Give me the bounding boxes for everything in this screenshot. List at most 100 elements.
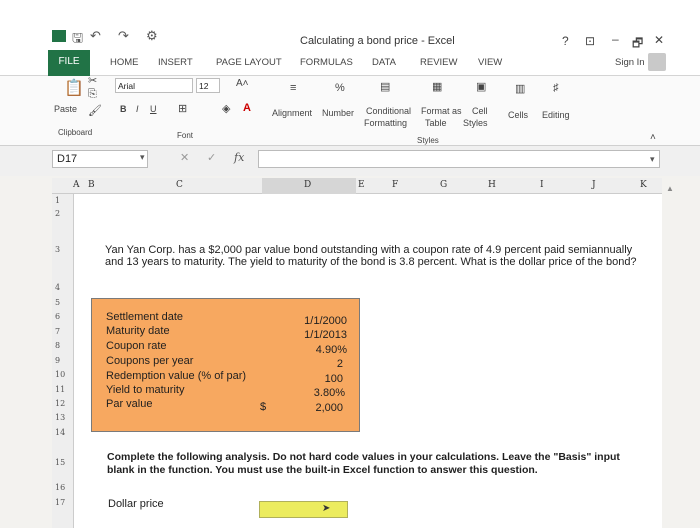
sign-in-link[interactable]: Sign In bbox=[615, 57, 645, 68]
tab-file[interactable]: FILE bbox=[48, 50, 90, 76]
ribbon-display-icon[interactable]: ⊡ bbox=[585, 34, 595, 48]
row-header-3[interactable]: 3 bbox=[55, 245, 60, 254]
cells-button[interactable]: Cells bbox=[508, 110, 528, 120]
col-header-c[interactable]: C bbox=[176, 180, 183, 190]
conditional-formatting-icon[interactable]: ▤ bbox=[380, 80, 390, 93]
clipboard-group-label: Clipboard bbox=[58, 128, 93, 137]
font-size-select[interactable]: 12 bbox=[196, 78, 220, 93]
copy-icon[interactable]: ⎘ bbox=[88, 88, 97, 101]
col-header-e[interactable]: E bbox=[358, 180, 365, 190]
name-box-dropdown-icon[interactable]: ▾ bbox=[140, 152, 145, 163]
row-header-9[interactable]: 9 bbox=[55, 356, 60, 365]
row-header-12[interactable]: 12 bbox=[55, 399, 65, 408]
alignment-icon[interactable]: ≡ bbox=[290, 82, 296, 94]
input-value[interactable]: 100 bbox=[283, 373, 343, 385]
formatting-label: Formatting bbox=[364, 118, 408, 128]
col-header-f[interactable]: F bbox=[392, 180, 398, 190]
increase-font-icon[interactable]: A˄ bbox=[236, 78, 249, 89]
scroll-up-icon[interactable]: ▲ bbox=[666, 184, 674, 193]
formula-input[interactable] bbox=[258, 150, 660, 168]
fill-color-icon[interactable]: ◈ bbox=[222, 102, 230, 115]
input-value[interactable]: 1/1/2013 bbox=[287, 329, 347, 341]
editing-button[interactable]: Editing bbox=[542, 110, 570, 120]
help-button[interactable]: ? bbox=[562, 34, 569, 48]
col-header-b[interactable]: B bbox=[88, 180, 95, 190]
undo-icon[interactable]: ↶ bbox=[90, 28, 101, 44]
row-header-17[interactable]: 17 bbox=[55, 498, 65, 507]
paste-icon[interactable]: 📋 bbox=[64, 78, 84, 98]
paste-label[interactable]: Paste bbox=[54, 104, 77, 114]
row-header-7[interactable]: 7 bbox=[55, 327, 60, 336]
editing-icon[interactable]: ♯ bbox=[553, 82, 559, 94]
save-icon[interactable]: 🖫 bbox=[72, 29, 83, 51]
row-header-14[interactable]: 14 bbox=[55, 428, 65, 437]
cell-styles-button[interactable]: Cell bbox=[472, 106, 488, 116]
col-header-g[interactable]: G bbox=[440, 180, 447, 190]
expand-formula-icon[interactable]: ▾ bbox=[650, 154, 655, 165]
row-header-16[interactable]: 16 bbox=[55, 483, 65, 492]
underline-button[interactable]: U bbox=[150, 104, 157, 114]
currency-symbol: $ bbox=[260, 401, 267, 413]
close-button[interactable]: ✕ bbox=[654, 33, 664, 47]
row-header-4[interactable]: 4 bbox=[55, 283, 60, 292]
tab-insert[interactable]: INSERT bbox=[158, 57, 193, 68]
column-headers bbox=[52, 178, 662, 194]
row-header-5[interactable]: 5 bbox=[55, 298, 60, 307]
problem-statement: Yan Yan Corp. has a $2,000 par value bon… bbox=[105, 244, 637, 268]
cell-styles-icon[interactable]: ▣ bbox=[476, 80, 486, 93]
tab-home[interactable]: HOME bbox=[110, 57, 139, 68]
instructions-text: Complete the following analysis. Do not … bbox=[107, 451, 620, 476]
input-value[interactable]: 4.90% bbox=[287, 344, 347, 356]
minimize-button[interactable]: – bbox=[612, 32, 619, 46]
tab-page-layout[interactable]: PAGE LAYOUT bbox=[216, 57, 282, 68]
input-value[interactable]: 3.80% bbox=[285, 387, 345, 399]
col-header-i[interactable]: I bbox=[540, 180, 544, 190]
enter-icon[interactable]: ✓ bbox=[207, 151, 216, 164]
row-header-1[interactable]: 1 bbox=[55, 196, 60, 205]
row-header-6[interactable]: 6 bbox=[55, 312, 60, 321]
row-header-11[interactable]: 11 bbox=[55, 385, 65, 394]
col-header-a[interactable]: A bbox=[73, 180, 80, 190]
alignment-button[interactable]: Alignment bbox=[272, 108, 312, 118]
row-header-2[interactable]: 2 bbox=[55, 209, 60, 218]
borders-icon[interactable]: ⊞ bbox=[178, 102, 187, 115]
cut-icon[interactable]: ✂ bbox=[88, 74, 97, 87]
format-painter-icon[interactable]: 🖌 bbox=[88, 104, 102, 117]
format-as-table-icon[interactable]: ▦ bbox=[432, 80, 442, 93]
row-header-10[interactable]: 10 bbox=[55, 370, 65, 379]
customize-icon[interactable]: ⚙ bbox=[146, 28, 158, 44]
col-header-k[interactable]: K bbox=[640, 180, 647, 190]
col-header-d[interactable]: D bbox=[304, 180, 311, 190]
cancel-icon[interactable]: ✕ bbox=[180, 151, 189, 164]
user-avatar-icon[interactable] bbox=[648, 53, 666, 71]
tab-review[interactable]: REVIEW bbox=[420, 57, 457, 68]
tab-data[interactable]: DATA bbox=[372, 57, 396, 68]
input-value[interactable]: 1/1/2000 bbox=[287, 315, 347, 327]
tab-formulas[interactable]: FORMULAS bbox=[300, 57, 353, 68]
redo-icon[interactable]: ↷ bbox=[118, 28, 129, 44]
col-header-h[interactable]: H bbox=[488, 180, 496, 190]
input-label: Redemption value (% of par) bbox=[106, 370, 247, 382]
bold-button[interactable]: B bbox=[120, 104, 127, 114]
cells-icon[interactable]: ▥ bbox=[515, 82, 525, 95]
format-as-table-button[interactable]: Format as bbox=[421, 106, 462, 116]
conditional-formatting-button[interactable]: Conditional bbox=[366, 106, 411, 116]
vertical-scrollbar[interactable]: ▲ bbox=[662, 178, 700, 528]
tab-view[interactable]: VIEW bbox=[478, 57, 502, 68]
row-header-15[interactable]: 15 bbox=[55, 458, 65, 467]
row-header-13[interactable]: 13 bbox=[55, 413, 65, 422]
percent-icon[interactable]: % bbox=[335, 82, 345, 94]
italic-button[interactable]: I bbox=[136, 104, 139, 114]
input-value[interactable]: 2 bbox=[283, 358, 343, 370]
collapse-ribbon-icon[interactable]: ˄ bbox=[650, 132, 656, 143]
number-button[interactable]: Number bbox=[322, 108, 354, 118]
row-header-8[interactable]: 8 bbox=[55, 341, 60, 350]
dollar-price-answer-cell[interactable] bbox=[259, 501, 348, 518]
name-box[interactable]: D17 bbox=[52, 150, 148, 168]
font-color-icon[interactable]: A bbox=[243, 102, 251, 114]
font-name-select[interactable]: Arial bbox=[115, 78, 193, 93]
col-header-j[interactable]: J bbox=[592, 180, 596, 190]
input-value[interactable]: 2,000 bbox=[283, 402, 343, 414]
insert-function-icon[interactable]: fx bbox=[234, 151, 244, 164]
font-group-label: Font bbox=[177, 131, 194, 140]
